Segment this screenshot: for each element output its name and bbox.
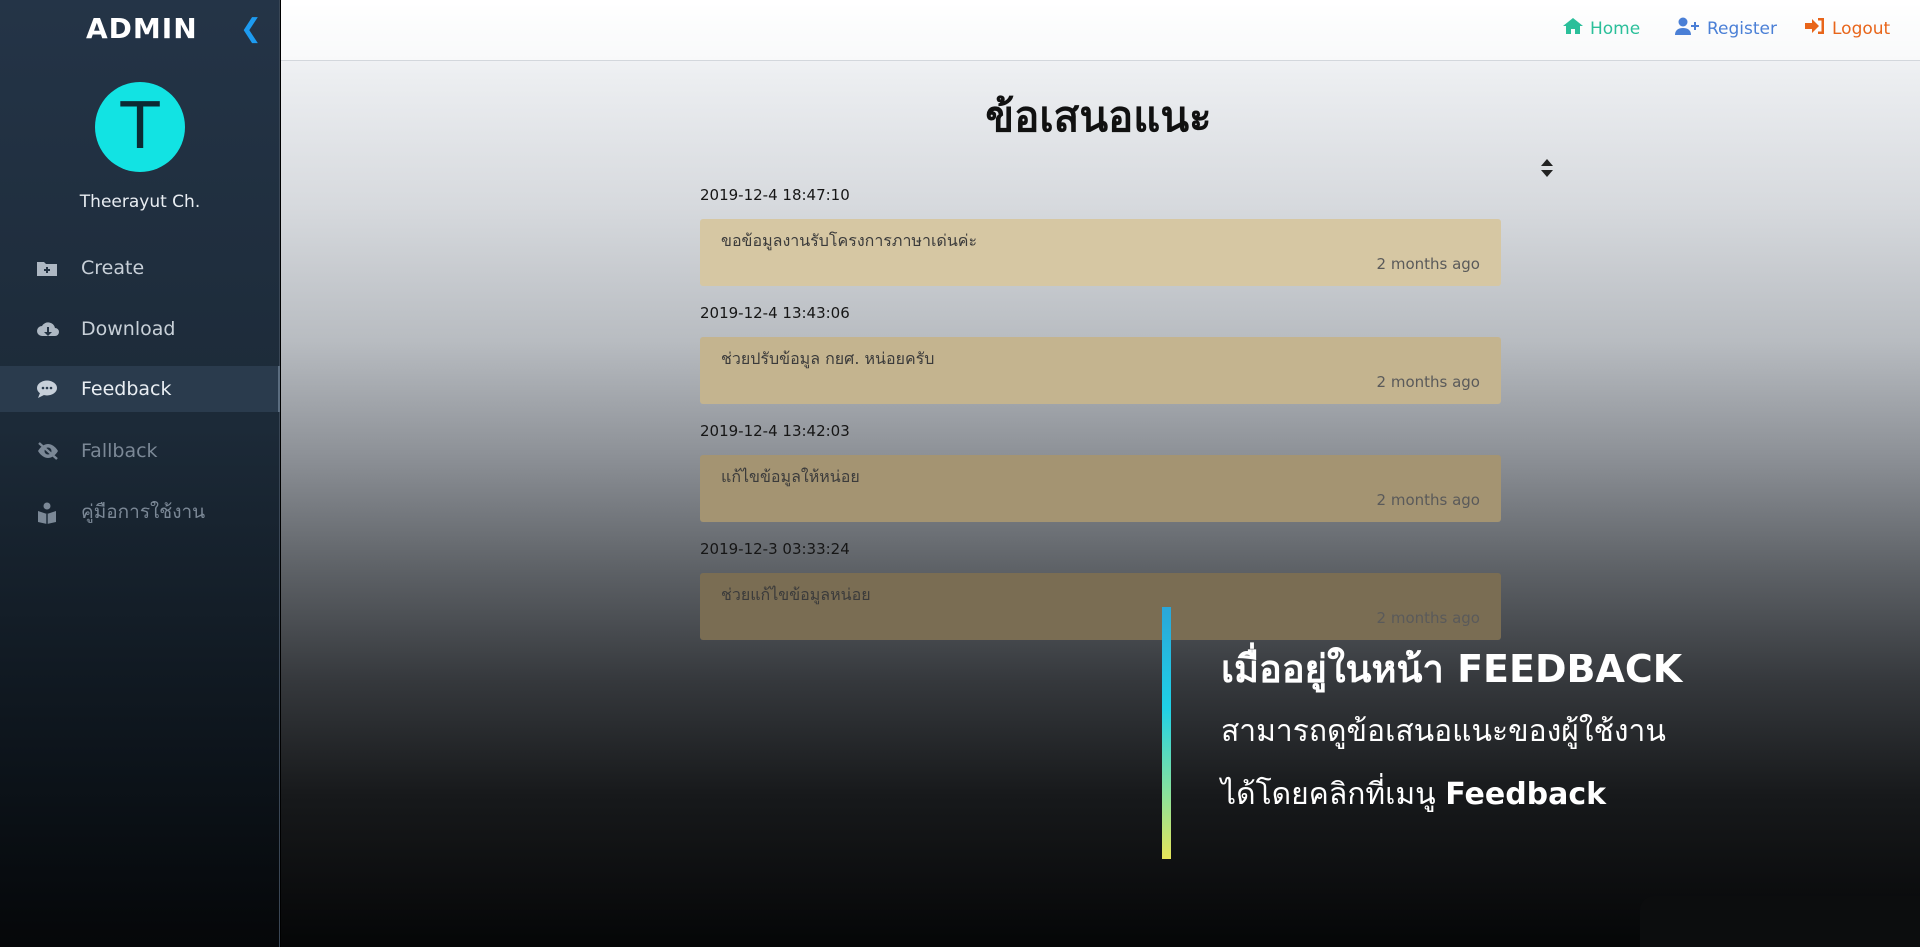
sidebar-item-label: Download: [81, 318, 176, 340]
home-link[interactable]: Home: [1562, 17, 1640, 40]
cloud-download-icon: [36, 319, 59, 339]
feedback-card[interactable]: ช่วยแก้ไขข้อมูลหน่อย 2 months ago: [700, 573, 1501, 640]
sidebar-item-label: คู่มือการใช้งาน: [81, 501, 206, 523]
page-title: ข้อเสนอแนะ: [985, 92, 1212, 141]
top-navbar: Home Register Logout: [281, 0, 1920, 61]
logout-link-label: Logout: [1832, 18, 1891, 39]
username: Theerayut Ch.: [79, 192, 201, 212]
feedback-time-ago: 2 months ago: [1376, 609, 1480, 627]
sidebar-collapse-button[interactable]: ❮: [240, 12, 262, 46]
feedback-time-ago: 2 months ago: [1376, 373, 1480, 391]
main-content: Home Register Logout ข้อเสนอแนะ 2019-12-…: [281, 0, 1920, 947]
feedback-message: ช่วยแก้ไขข้อมูลหน่อย: [721, 585, 871, 604]
caption-line-2-bold: Feedback: [1445, 777, 1607, 812]
user-plus-icon: [1675, 17, 1701, 40]
feedback-date: 2019-12-4 18:47:10: [700, 186, 850, 204]
folder-plus-icon: [36, 258, 58, 278]
register-link-label: Register: [1707, 18, 1777, 39]
caption-line-1: สามารถดูข้อเสนอแนะของผู้ใช้งาน: [1221, 714, 1666, 749]
sidebar-item-fallback[interactable]: Fallback: [0, 428, 280, 474]
sidebar-item-download[interactable]: Download: [0, 306, 280, 352]
feedback-date: 2019-12-4 13:43:06: [700, 304, 850, 322]
comment-icon: [36, 379, 58, 399]
feedback-card[interactable]: ขอข้อมูลงานรับโครงการภาษาเด่นค่ะ 2 month…: [700, 219, 1501, 286]
feedback-card[interactable]: ช่วยปรับข้อมูล กยศ. หน่อยครับ 2 months a…: [700, 337, 1501, 404]
feedback-card[interactable]: แก้ไขข้อมูลให้หน่อย 2 months ago: [700, 455, 1501, 522]
book-reader-icon: [36, 502, 58, 524]
caption-title: เมื่ออยู่ในหน้า FEEDBACK: [1221, 647, 1683, 691]
feedback-date: 2019-12-4 13:42:03: [700, 422, 850, 440]
feedback-message: แก้ไขข้อมูลให้หน่อย: [721, 467, 860, 486]
sort-icon[interactable]: [1540, 158, 1554, 178]
home-link-label: Home: [1590, 18, 1641, 39]
sidebar: ADMIN ❮ T Theerayut Ch. Create Download …: [0, 0, 280, 947]
feedback-message: ช่วยปรับข้อมูล กยศ. หน่อยครับ: [721, 349, 935, 368]
sidebar-item-label: Create: [81, 257, 145, 279]
sidebar-item-feedback[interactable]: Feedback: [0, 366, 280, 412]
eye-slash-icon: [36, 441, 58, 461]
home-icon: [1562, 17, 1584, 40]
sidebar-item-create[interactable]: Create: [0, 245, 280, 291]
avatar: T: [95, 82, 185, 172]
feedback-time-ago: 2 months ago: [1376, 491, 1480, 509]
sidebar-item-label: Fallback: [81, 440, 158, 462]
feedback-message: ขอข้อมูลงานรับโครงการภาษาเด่นค่ะ: [721, 231, 978, 250]
feedback-date: 2019-12-3 03:33:24: [700, 540, 850, 558]
brand-title: ADMIN: [86, 12, 198, 45]
sidebar-item-label: Feedback: [81, 378, 172, 400]
corner-badge: [1640, 896, 1920, 947]
caption-line-2: ได้โดยคลิกที่เมนู Feedback: [1221, 771, 1606, 818]
sidebar-item-manual[interactable]: คู่มือการใช้งาน: [0, 489, 280, 535]
caption-line-2-text: ได้โดยคลิกที่เมนู: [1221, 777, 1446, 812]
register-link[interactable]: Register: [1675, 17, 1777, 40]
feedback-time-ago: 2 months ago: [1376, 255, 1480, 273]
logout-link[interactable]: Logout: [1804, 17, 1890, 40]
sign-out-icon: [1804, 17, 1826, 40]
caption-accent-bar: [1162, 607, 1171, 859]
